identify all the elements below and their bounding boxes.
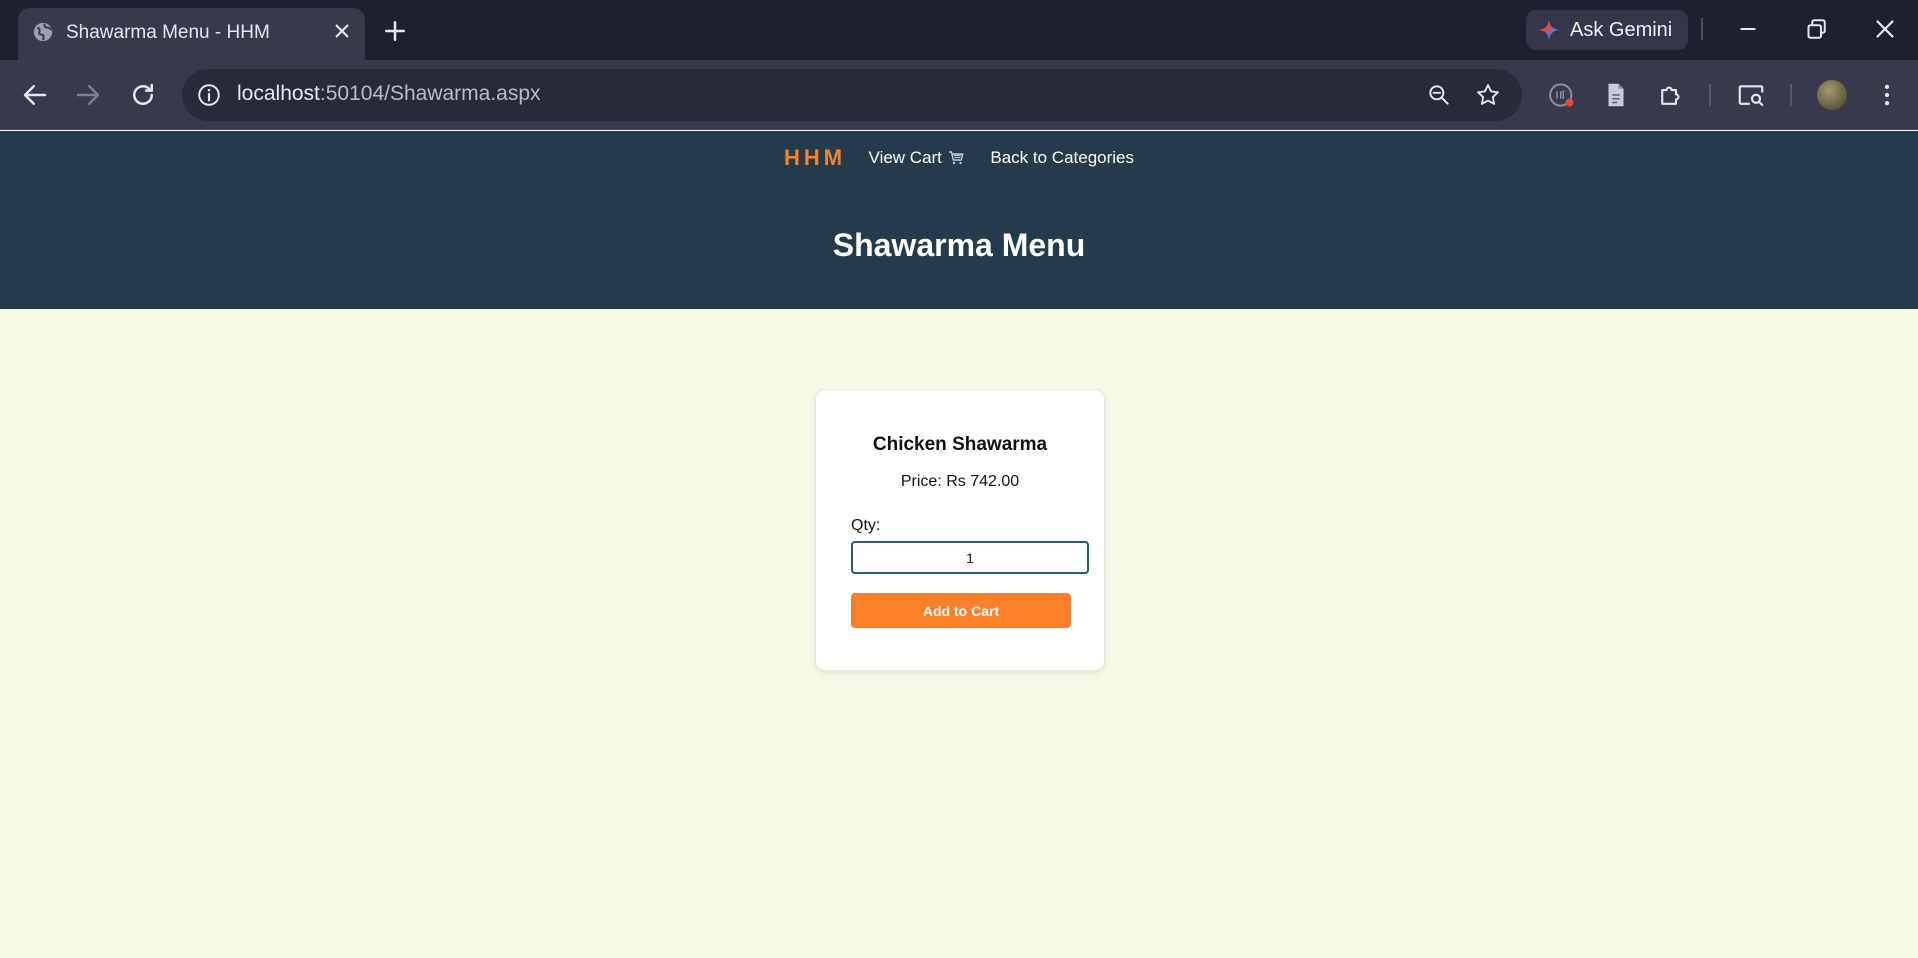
- site-header: HHM View Cart Back to Categories Shawarm…: [0, 131, 1918, 309]
- minimize-icon[interactable]: [1733, 14, 1763, 44]
- new-tab-icon[interactable]: [380, 16, 410, 46]
- back-to-categories-link[interactable]: Back to Categories: [990, 148, 1134, 168]
- ask-gemini-label: Ask Gemini: [1570, 19, 1673, 41]
- qty-label: Qty:: [851, 517, 881, 534]
- cart-icon: [948, 151, 964, 165]
- divider: [1709, 84, 1711, 106]
- site-info-icon[interactable]: [196, 82, 222, 108]
- reload-icon[interactable]: [128, 80, 158, 110]
- browser-tab-active[interactable]: Shawarma Menu - HHM: [18, 8, 365, 60]
- back-arrow-icon[interactable]: [20, 80, 50, 110]
- tab-search-icon[interactable]: [1736, 80, 1766, 110]
- view-cart-link[interactable]: View Cart: [869, 148, 964, 168]
- view-cart-label: View Cart: [868, 148, 942, 167]
- address-bar[interactable]: localhost:50104/Shawarma.aspx: [182, 69, 1522, 121]
- zoom-out-icon[interactable]: [1426, 82, 1452, 108]
- browser-toolbar: localhost:50104/Shawarma.aspx: [0, 60, 1918, 130]
- product-price: Price: Rs 742.00: [900, 473, 1020, 490]
- close-window-icon[interactable]: [1870, 14, 1900, 44]
- document-icon[interactable]: [1601, 80, 1631, 110]
- restore-window-icon[interactable]: [1801, 14, 1831, 44]
- add-to-cart-button[interactable]: Add to Cart: [851, 593, 1071, 628]
- browser-tab-strip: Shawarma Menu - HHM Ask Gemini: [0, 0, 1918, 60]
- bookmark-star-icon[interactable]: [1474, 81, 1502, 109]
- product-card: Chicken Shawarma Price: Rs 742.00 Qty: A…: [815, 389, 1105, 671]
- extension-badge-icon[interactable]: [1547, 80, 1577, 110]
- more-menu-icon[interactable]: [1872, 80, 1902, 110]
- divider: [1790, 84, 1792, 106]
- close-tab-icon[interactable]: [329, 18, 355, 44]
- site-nav: HHM View Cart Back to Categories: [0, 145, 1918, 171]
- profile-avatar[interactable]: [1817, 80, 1847, 110]
- extensions-puzzle-icon[interactable]: [1656, 80, 1686, 110]
- brand-logo[interactable]: HHM: [784, 145, 846, 171]
- tab-title: Shawarma Menu - HHM: [66, 22, 270, 43]
- url-path: :50104/Shawarma.aspx: [319, 82, 541, 105]
- page-title: Shawarma Menu: [832, 227, 1086, 263]
- address-url: localhost:50104/Shawarma.aspx: [237, 82, 541, 106]
- gemini-sparkle-icon: [1538, 19, 1560, 41]
- globe-icon: [33, 22, 53, 42]
- ask-gemini-button[interactable]: Ask Gemini: [1526, 10, 1688, 50]
- divider: [1701, 18, 1703, 40]
- product-name: Chicken Shawarma: [872, 434, 1048, 455]
- forward-arrow-icon[interactable]: [73, 80, 103, 110]
- qty-input[interactable]: [851, 541, 1089, 574]
- url-host: localhost: [237, 82, 320, 105]
